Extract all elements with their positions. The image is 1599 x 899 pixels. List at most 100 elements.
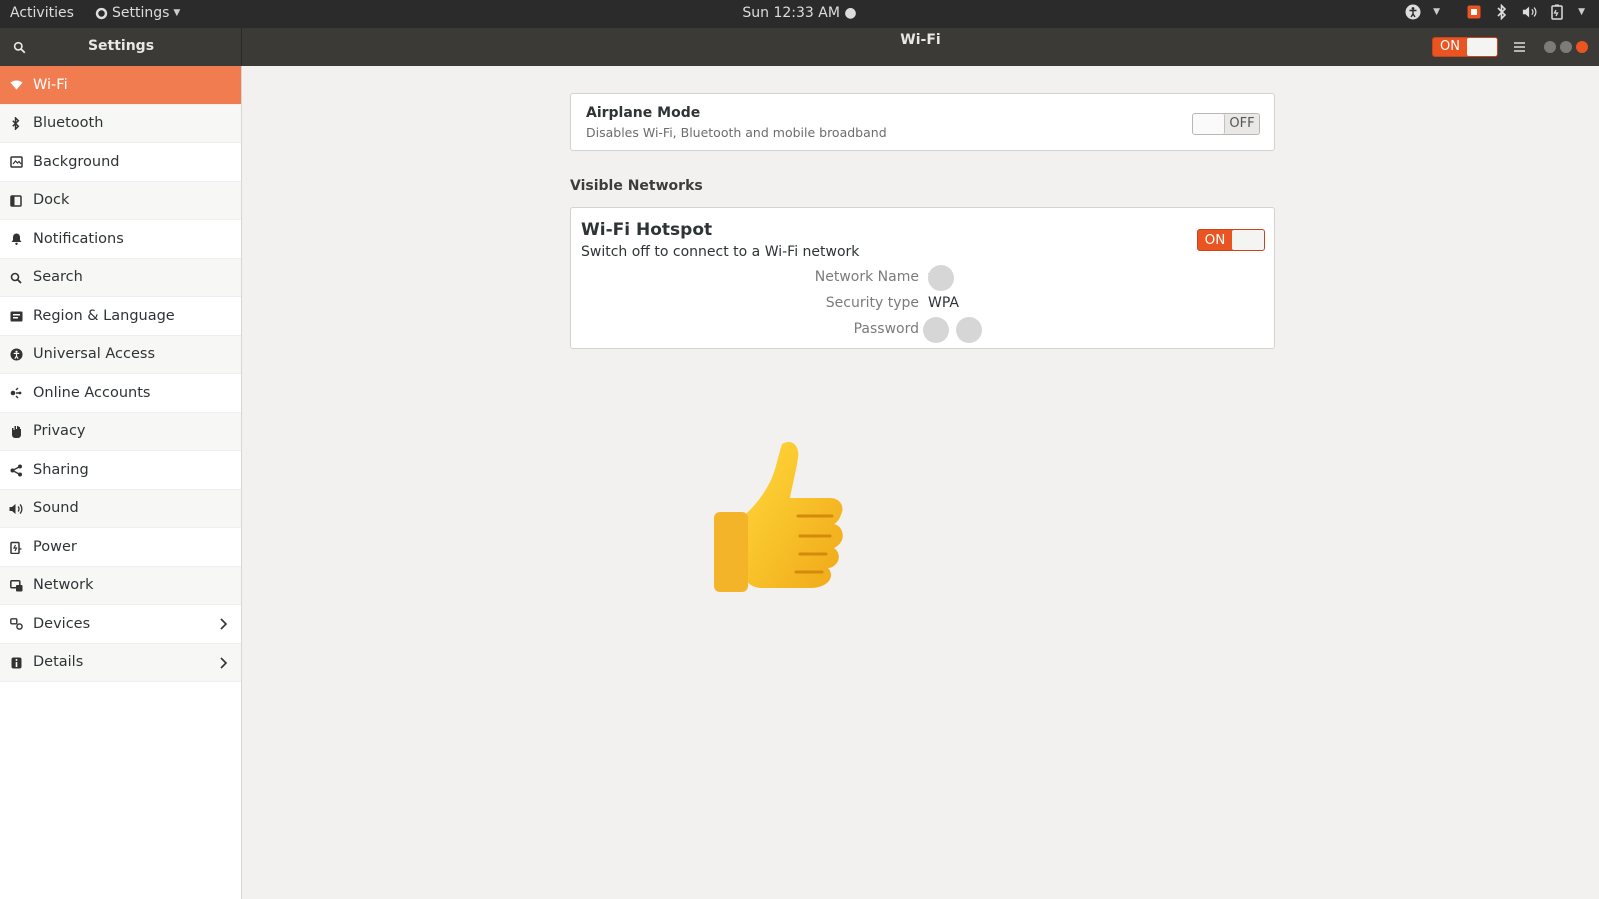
sidebar-item-wifi[interactable]: Wi-Fi [0, 66, 241, 105]
network-name-label: Network Name [814, 269, 919, 285]
hamburger-menu-icon [1513, 42, 1525, 52]
notification-dot-icon: ● [844, 5, 857, 21]
password-label: Password [853, 321, 919, 337]
sidebar-item-network[interactable]: Network [0, 566, 241, 605]
sidebar-item-privacy[interactable]: Privacy [0, 412, 241, 451]
sidebar-item-label: Dock [33, 192, 70, 209]
airplane-mode-title: Airplane Mode [586, 105, 701, 121]
window-controls [1544, 41, 1588, 53]
sidebar-item-bluetooth[interactable]: Bluetooth [0, 104, 241, 143]
airplane-mode-subtitle: Disables Wi-Fi, Bluetooth and mobile bro… [586, 125, 887, 140]
clock: Sun 12:33 AM ● [0, 5, 1599, 21]
chevron-down-icon: ▼ [173, 8, 181, 18]
clock-label[interactable]: Sun 12:33 AM [742, 5, 840, 21]
minimize-icon[interactable] [1544, 41, 1556, 53]
sidebar-item-label: Online Accounts [33, 384, 151, 401]
sidebar-item-power[interactable]: Power [0, 528, 241, 567]
sidebar-item-label: Sound [33, 500, 79, 517]
app-menu-button[interactable]: Settings ▼ [95, 5, 180, 21]
battery-power-icon[interactable] [1550, 4, 1566, 20]
sidebar-item-label: Region & Language [33, 307, 175, 324]
info-icon [9, 656, 23, 670]
menu-button[interactable] [1508, 37, 1530, 57]
sidebar-item-sharing[interactable]: Sharing [0, 451, 241, 490]
chevron-right-icon [220, 656, 228, 669]
share-icon [9, 463, 23, 477]
sidebar-item-dock[interactable]: Dock [0, 181, 241, 220]
accessibility-icon [9, 348, 23, 362]
search-icon [9, 271, 23, 285]
sidebar-item-online-accounts[interactable]: Online Accounts [0, 374, 241, 413]
hotspot-toggle[interactable]: ON [1197, 229, 1265, 251]
sidebar-title: Settings [87, 38, 155, 54]
sidebar-item-label: Details [33, 654, 84, 671]
main-content: Airplane Mode Disables Wi-Fi, Bluetooth … [242, 66, 1599, 899]
wifi-icon [9, 78, 23, 92]
power-icon [9, 540, 23, 554]
sidebar-item-label: Network [33, 577, 94, 594]
sidebar-item-sound[interactable]: Sound [0, 489, 241, 528]
redaction-mark [928, 265, 954, 291]
bluetooth-icon[interactable] [1494, 4, 1510, 20]
network-name-row: Network Name w n [571, 265, 1276, 291]
sidebar-item-label: Universal Access [33, 346, 156, 363]
sidebar-item-details[interactable]: Details [0, 643, 241, 682]
sidebar-item-label: Sharing [33, 461, 89, 478]
page-title: Wi-Fi [900, 32, 941, 48]
chevron-down-icon[interactable]: ▼ [1578, 7, 1585, 17]
airplane-mode-card: Airplane Mode Disables Wi-Fi, Bluetooth … [570, 93, 1275, 151]
app-menu-label: Settings [112, 5, 170, 21]
volume-icon[interactable] [1522, 4, 1538, 20]
sidebar-item-region-language[interactable]: Region & Language [0, 297, 241, 336]
sidebar-item-label: Background [33, 153, 120, 170]
hand-icon [9, 425, 23, 439]
maximize-icon[interactable] [1560, 41, 1572, 53]
activities-button[interactable]: Activities [10, 5, 74, 21]
settings-gear-icon [95, 7, 108, 19]
wifi-toggle-label: ON [1440, 39, 1460, 54]
wifi-toggle-knob [1467, 38, 1497, 56]
sidebar-item-label: Devices [33, 615, 91, 632]
airplane-mode-toggle-knob [1193, 114, 1225, 134]
hotspot-toggle-label: ON [1204, 232, 1226, 248]
sidebar-item-devices[interactable]: Devices [0, 605, 241, 644]
online-accounts-icon [9, 386, 23, 400]
chevron-right-icon [220, 618, 228, 630]
sidebar-item-label: Search [33, 269, 83, 286]
sidebar-item-label: Notifications [33, 230, 124, 247]
hotspot-title: Wi-Fi Hotspot [581, 220, 713, 240]
sidebar-item-label: Bluetooth [33, 115, 104, 132]
flag-icon [9, 309, 23, 323]
close-icon[interactable] [1576, 41, 1588, 53]
security-type-label: Security type [825, 295, 919, 311]
top-panel: Activities Settings ▼ Sun 12:33 AM ● ▼ ▼ [0, 0, 1599, 28]
sidebar-item-universal-access[interactable]: Universal Access [0, 335, 241, 374]
wifi-toggle[interactable]: ON [1432, 37, 1498, 57]
airplane-mode-toggle[interactable]: OFF [1192, 113, 1260, 135]
thumbs-up-icon [714, 441, 843, 592]
password-row: Password c o [571, 317, 1276, 343]
sidebar-item-search[interactable]: Search [0, 258, 241, 297]
accessibility-icon[interactable] [1405, 4, 1421, 20]
hotspot-subtitle: Switch off to connect to a Wi-Fi network [581, 244, 860, 260]
visible-networks-heading: Visible Networks [570, 178, 703, 194]
security-type-value: WPA [928, 295, 959, 311]
header-bar: Settings Wi-Fi ON [0, 28, 1599, 66]
chevron-down-icon[interactable]: ▼ [1433, 7, 1440, 17]
network-icon [9, 579, 23, 593]
sidebar-item-background[interactable]: Background [0, 143, 241, 182]
sidebar-item-label: Power [33, 538, 77, 555]
sidebar-item-label: Wi-Fi [33, 76, 68, 93]
sidebar-item-label: Privacy [33, 423, 86, 440]
software-updater-icon[interactable] [1466, 4, 1482, 20]
security-type-row: Security type WPA [571, 295, 1276, 315]
system-tray: ▼ ▼ [1405, 4, 1585, 20]
bluetooth-icon [9, 117, 23, 131]
background-icon [9, 155, 23, 169]
dock-icon [9, 194, 23, 208]
sidebar: Wi-Fi Bluetooth Background Dock Notifica… [0, 66, 242, 899]
devices-icon [9, 617, 23, 631]
speaker-icon [9, 502, 23, 516]
airplane-mode-toggle-label: OFF [1229, 116, 1255, 131]
sidebar-item-notifications[interactable]: Notifications [0, 220, 241, 259]
